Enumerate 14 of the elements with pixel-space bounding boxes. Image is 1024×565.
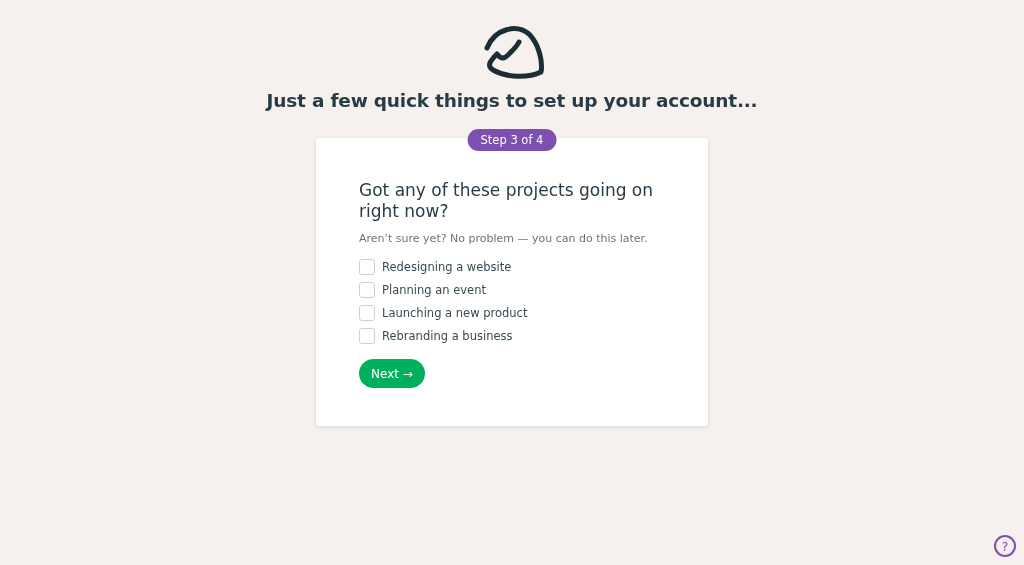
option-label: Redesigning a website (382, 259, 512, 274)
option-label: Launching a new product (382, 305, 528, 320)
help-button[interactable]: ? (994, 535, 1016, 557)
checkbox[interactable] (359, 281, 375, 298)
next-button[interactable]: Next → (359, 359, 425, 388)
question-title: Got any of these projects going on right now? (359, 180, 655, 222)
checkbox[interactable] (359, 304, 375, 321)
option-label: Planning an event (382, 282, 486, 297)
option-label: Rebranding a business (382, 328, 513, 343)
checkbox[interactable] (359, 258, 375, 275)
hint-text: Aren’t sure yet? No problem — you can do this later. (359, 232, 649, 245)
page-heading: Just a few quick things to set up your account... (266, 90, 758, 111)
step-badge: Step 3 of 4 (467, 129, 557, 151)
checkbox[interactable] (359, 327, 375, 344)
